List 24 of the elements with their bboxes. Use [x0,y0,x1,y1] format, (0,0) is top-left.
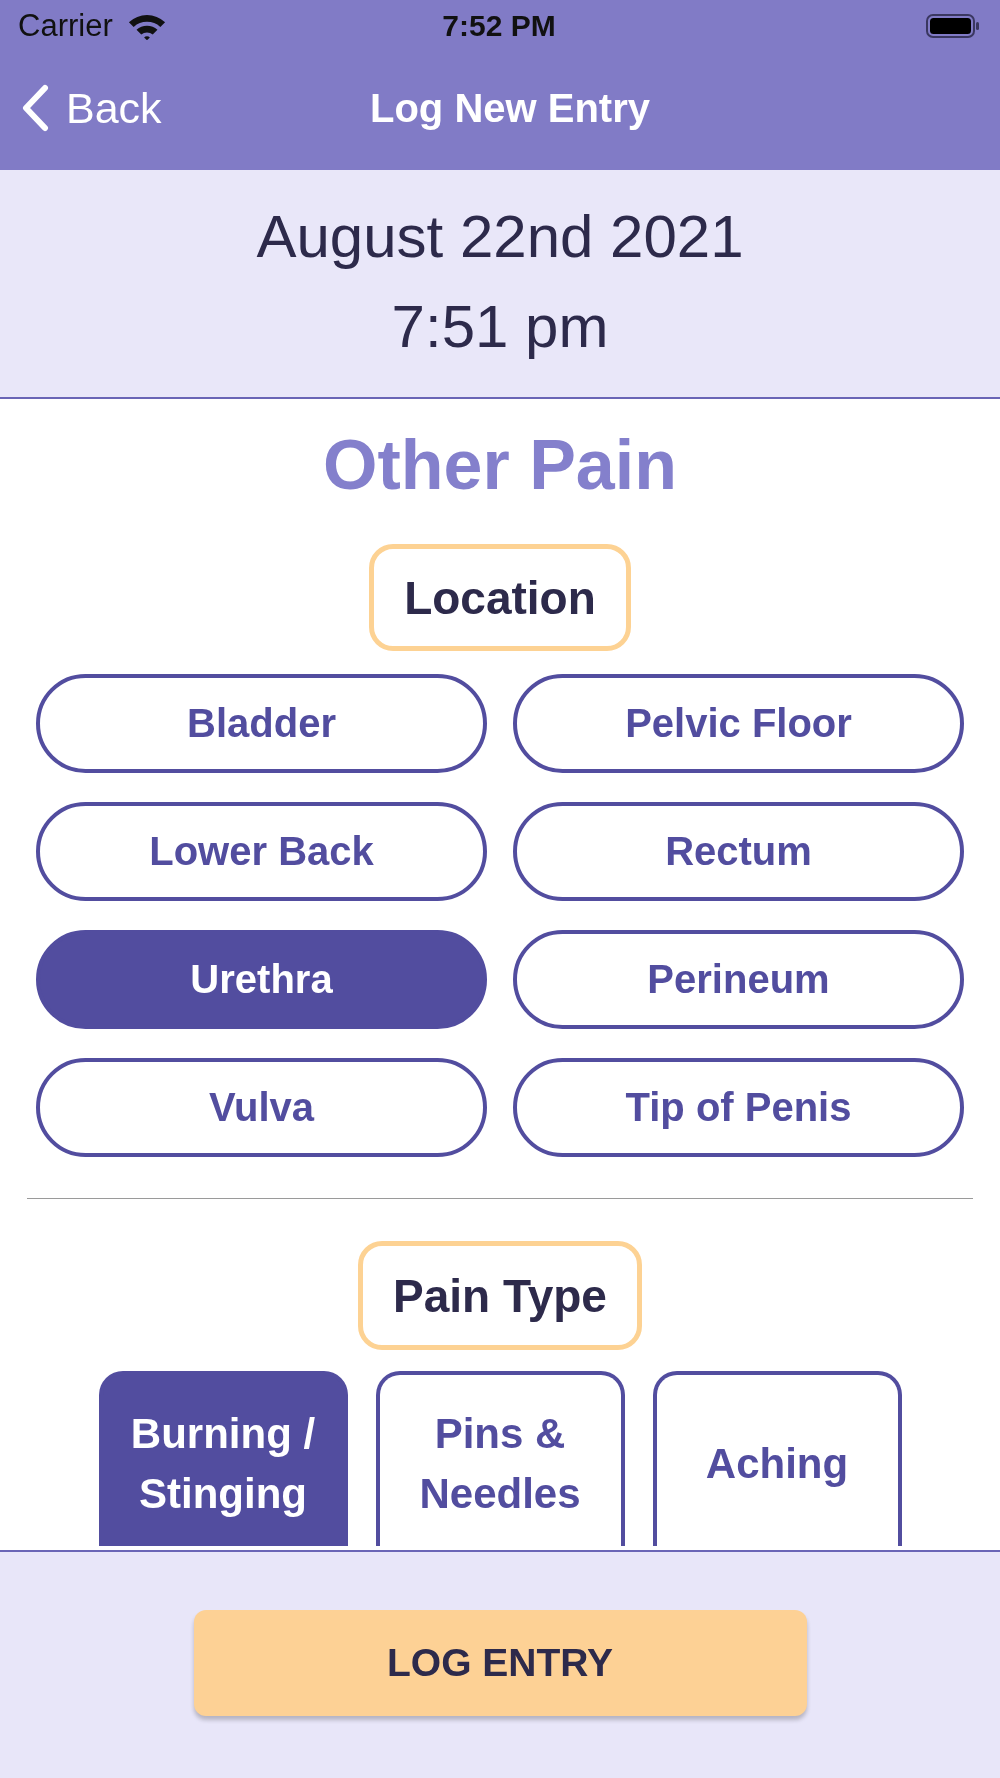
section-title: Other Pain [323,425,677,505]
location-option[interactable]: Tip of Penis [513,1058,964,1157]
back-button[interactable]: Back [20,83,162,133]
pain-type-option[interactable]: Aching [652,1371,902,1546]
status-time: 7:52 PM [442,9,556,43]
pain-type-option[interactable]: Burning / Stinging [98,1371,348,1546]
screen-title: Log New Entry [370,85,650,131]
location-option[interactable]: Perineum [513,930,964,1029]
log-entry-button[interactable]: LOG ENTRY [193,1610,807,1716]
location-option[interactable]: Pelvic Floor [513,674,964,773]
location-option[interactable]: Urethra [36,930,487,1029]
battery-icon [926,14,980,38]
location-option[interactable]: Lower Back [36,802,487,901]
location-option[interactable]: Rectum [513,802,964,901]
location-option[interactable]: Vulva [36,1058,487,1157]
pain-type-option[interactable]: Pins & Needles [375,1371,625,1546]
entry-time: 7:51 pm [391,291,609,362]
location-option[interactable]: Bladder [36,674,487,773]
wifi-icon [126,12,167,40]
carrier-name: Carrier [18,8,113,44]
entry-date: August 22nd 2021 [256,201,744,272]
chevron-left-icon [20,84,50,132]
location-label: Location [369,544,631,651]
pain-type-label: Pain Type [358,1241,642,1350]
